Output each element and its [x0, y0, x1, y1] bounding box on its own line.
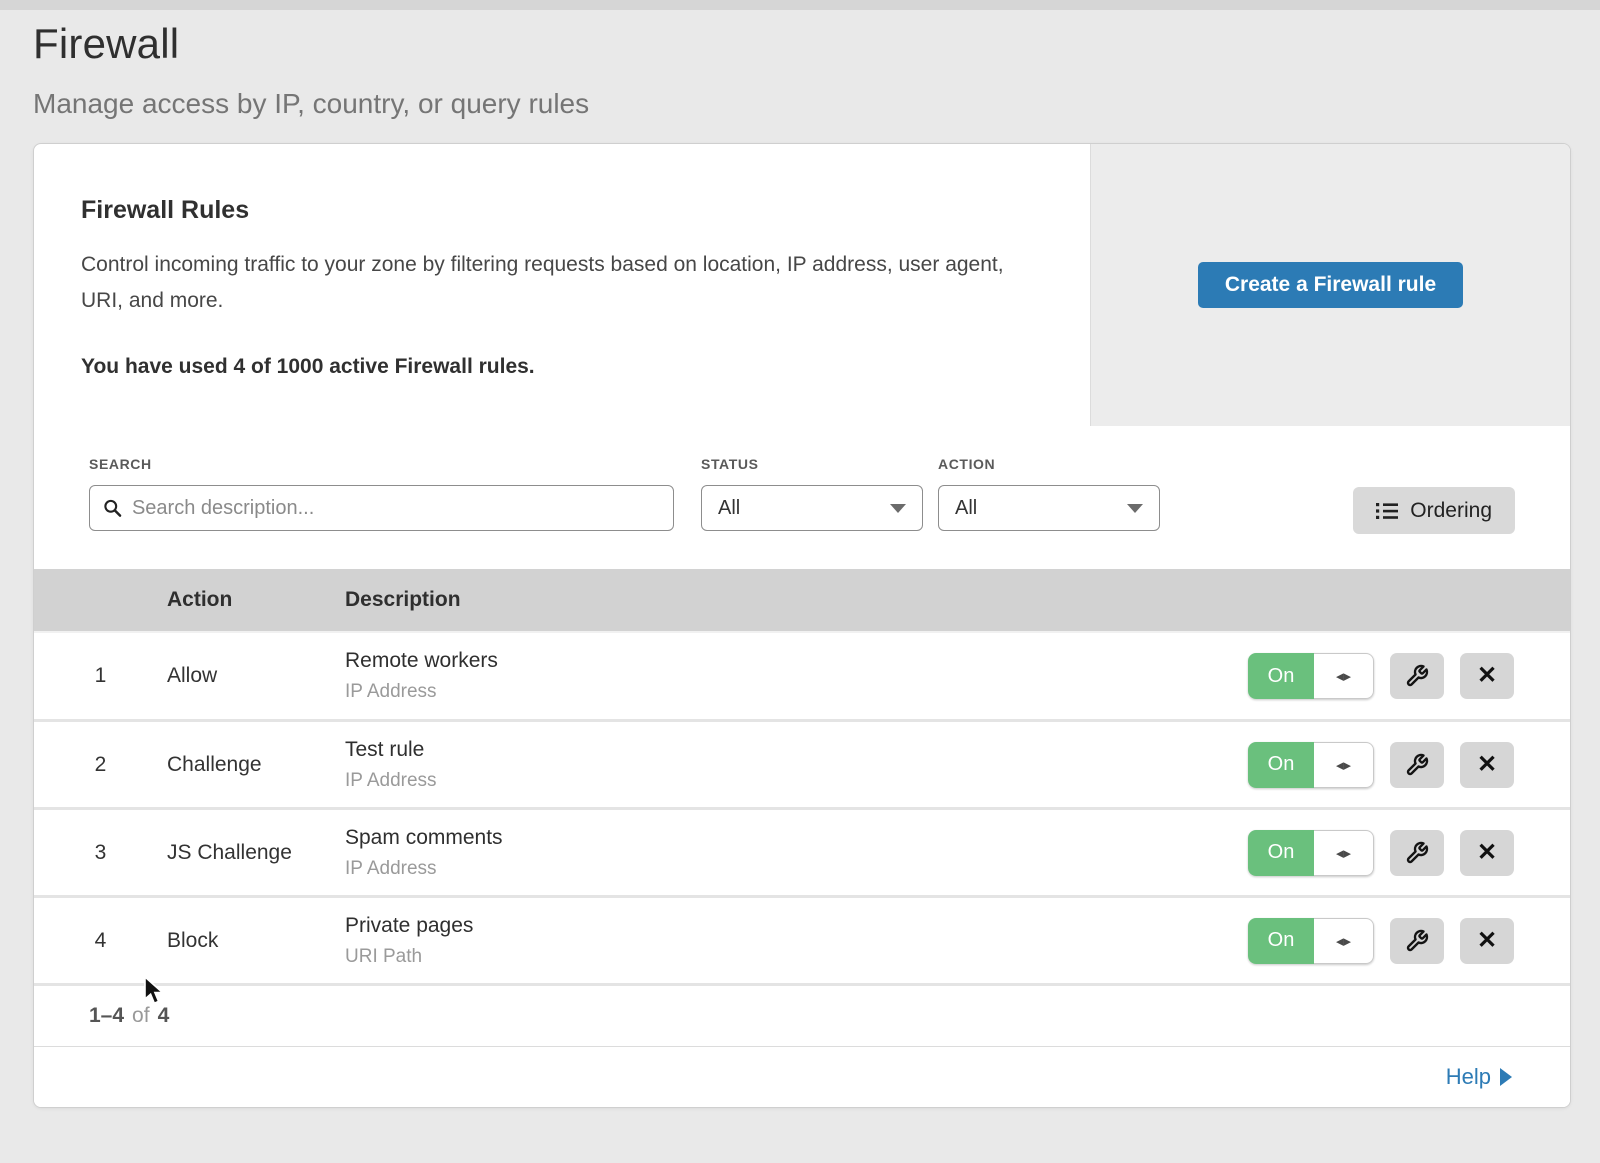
- help-link[interactable]: Help: [1446, 1064, 1512, 1090]
- help-arrow-icon: [1500, 1068, 1512, 1086]
- pagination-range: 1–4: [89, 1004, 124, 1028]
- rule-description: Private pages: [345, 914, 1248, 938]
- pagination-of: of: [132, 1004, 150, 1028]
- rule-enabled-toggle[interactable]: On ◂▸: [1248, 830, 1374, 876]
- dropdown-caret-icon: [1127, 504, 1143, 513]
- status-select[interactable]: All: [701, 485, 923, 531]
- action-select[interactable]: All: [938, 485, 1160, 531]
- action-select-value: All: [955, 497, 977, 520]
- status-select-value: All: [718, 497, 740, 520]
- rule-match-type: IP Address: [345, 858, 1248, 880]
- toggle-on-label: On: [1248, 918, 1314, 964]
- rule-priority: 1: [34, 664, 167, 688]
- search-input[interactable]: [132, 497, 660, 520]
- column-header-action: Action: [167, 588, 345, 612]
- rule-action: JS Challenge: [167, 841, 345, 865]
- toggle-arrows-icon[interactable]: ◂▸: [1314, 742, 1374, 788]
- rule-priority: 2: [34, 753, 167, 777]
- close-icon: ✕: [1477, 753, 1497, 777]
- status-label: STATUS: [701, 456, 923, 472]
- toggle-arrows-icon[interactable]: ◂▸: [1314, 653, 1374, 699]
- edit-rule-button[interactable]: [1390, 742, 1444, 788]
- dropdown-caret-icon: [890, 504, 906, 513]
- ordering-button-label: Ordering: [1410, 499, 1492, 523]
- help-link-label: Help: [1446, 1064, 1491, 1090]
- filters-bar: SEARCH STATUS All ACTION All: [34, 426, 1570, 569]
- page-subtitle: Manage access by IP, country, or query r…: [33, 88, 1600, 120]
- action-label: ACTION: [938, 456, 1160, 472]
- rules-summary-section: Firewall Rules Control incoming traffic …: [34, 144, 1570, 426]
- search-icon: [103, 498, 122, 518]
- rules-table-body: 1 Allow Remote workers IP Address On ◂▸ …: [34, 631, 1570, 983]
- wrench-icon: [1405, 753, 1429, 777]
- delete-rule-button[interactable]: ✕: [1460, 830, 1514, 876]
- create-rule-panel: Create a Firewall rule: [1090, 144, 1570, 426]
- rules-section-description: Control incoming traffic to your zone by…: [81, 247, 1041, 319]
- close-icon: ✕: [1477, 841, 1497, 865]
- card-footer: Help: [34, 1046, 1570, 1107]
- edit-rule-button[interactable]: [1390, 830, 1444, 876]
- rule-priority: 4: [34, 929, 167, 953]
- column-header-description: Description: [345, 588, 1570, 612]
- rules-section-title: Firewall Rules: [81, 196, 1050, 225]
- close-icon: ✕: [1477, 929, 1497, 953]
- edit-rule-button[interactable]: [1390, 653, 1444, 699]
- pagination-total: 4: [158, 1004, 170, 1028]
- rule-enabled-toggle[interactable]: On ◂▸: [1248, 918, 1374, 964]
- pagination: 1–4 of 4: [34, 983, 1570, 1046]
- toggle-on-label: On: [1248, 653, 1314, 699]
- rule-match-type: IP Address: [345, 681, 1248, 703]
- delete-rule-button[interactable]: ✕: [1460, 742, 1514, 788]
- rule-action: Challenge: [167, 753, 345, 777]
- rule-enabled-toggle[interactable]: On ◂▸: [1248, 653, 1374, 699]
- edit-rule-button[interactable]: [1390, 918, 1444, 964]
- firewall-rules-card: Firewall Rules Control incoming traffic …: [33, 143, 1571, 1108]
- table-row: 2 Challenge Test rule IP Address On ◂▸ ✕: [34, 719, 1570, 807]
- top-strip: [0, 0, 1600, 10]
- delete-rule-button[interactable]: ✕: [1460, 653, 1514, 699]
- ordering-button[interactable]: Ordering: [1353, 487, 1515, 534]
- rule-action: Block: [167, 929, 345, 953]
- toggle-arrows-icon[interactable]: ◂▸: [1314, 918, 1374, 964]
- page-title: Firewall: [33, 20, 1600, 68]
- page-header: Firewall Manage access by IP, country, o…: [0, 10, 1600, 120]
- toggle-on-label: On: [1248, 830, 1314, 876]
- table-header: Action Description: [34, 569, 1570, 631]
- rule-match-type: URI Path: [345, 946, 1248, 968]
- rule-priority: 3: [34, 841, 167, 865]
- close-icon: ✕: [1477, 664, 1497, 688]
- ordering-list-icon: [1376, 502, 1398, 520]
- rule-description: Spam comments: [345, 826, 1248, 850]
- rule-match-type: IP Address: [345, 770, 1248, 792]
- delete-rule-button[interactable]: ✕: [1460, 918, 1514, 964]
- table-row: 4 Block Private pages URI Path On ◂▸ ✕: [34, 895, 1570, 983]
- search-label: SEARCH: [89, 456, 674, 472]
- wrench-icon: [1405, 929, 1429, 953]
- table-row: 3 JS Challenge Spam comments IP Address …: [34, 807, 1570, 895]
- toggle-arrows-icon[interactable]: ◂▸: [1314, 830, 1374, 876]
- wrench-icon: [1405, 664, 1429, 688]
- rule-enabled-toggle[interactable]: On ◂▸: [1248, 742, 1374, 788]
- search-input-box[interactable]: [89, 485, 674, 531]
- rules-usage-text: You have used 4 of 1000 active Firewall …: [81, 355, 1050, 379]
- rule-description: Remote workers: [345, 649, 1248, 673]
- toggle-on-label: On: [1248, 742, 1314, 788]
- table-row: 1 Allow Remote workers IP Address On ◂▸ …: [34, 631, 1570, 719]
- wrench-icon: [1405, 841, 1429, 865]
- create-firewall-rule-button[interactable]: Create a Firewall rule: [1198, 262, 1463, 308]
- rule-description: Test rule: [345, 738, 1248, 762]
- rule-action: Allow: [167, 664, 345, 688]
